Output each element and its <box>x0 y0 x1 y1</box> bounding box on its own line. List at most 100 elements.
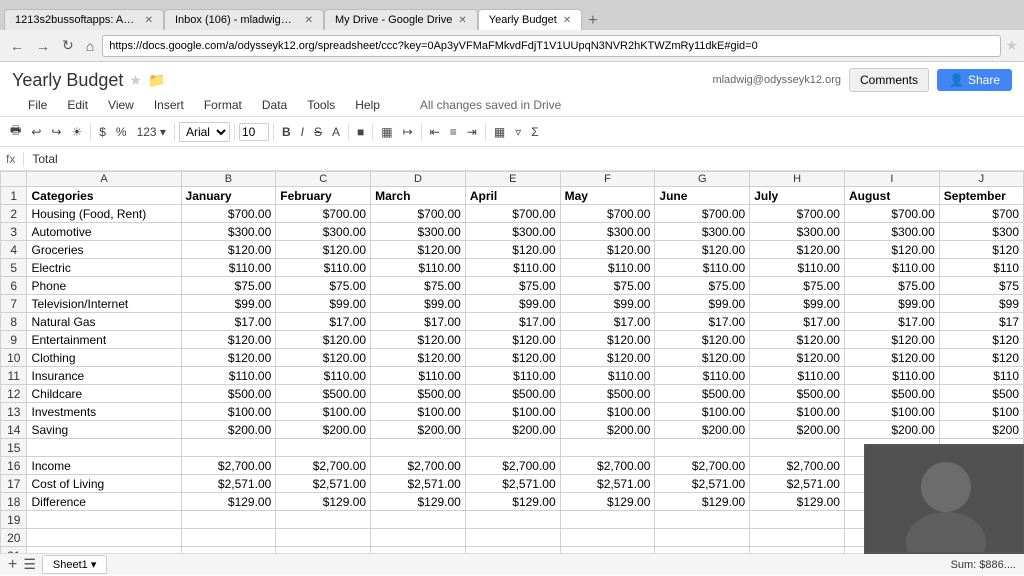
cell-r9-c2[interactable]: $120.00 <box>276 331 371 349</box>
col-header-i[interactable]: I <box>844 172 939 187</box>
cell-r8-c7[interactable]: $17.00 <box>750 313 845 331</box>
cell-r10-c7[interactable]: $120.00 <box>750 349 845 367</box>
cell-r19-c2[interactable] <box>276 511 371 529</box>
cell-r13-c6[interactable]: $100.00 <box>655 403 750 421</box>
cell-r12-c1[interactable]: $500.00 <box>181 385 276 403</box>
row-num-20[interactable]: 20 <box>1 529 27 547</box>
cell-r9-c5[interactable]: $120.00 <box>560 331 655 349</box>
col-header-f[interactable]: F <box>560 172 655 187</box>
redo-button[interactable]: ↪ <box>47 123 65 141</box>
row-num-3[interactable]: 3 <box>1 223 27 241</box>
cell-r7-c7[interactable]: $99.00 <box>750 295 845 313</box>
cell-r9-c1[interactable]: $120.00 <box>181 331 276 349</box>
paint-format-button[interactable]: ☀ <box>67 123 86 141</box>
cell-r12-c9[interactable]: $500 <box>939 385 1023 403</box>
cell-r7-c6[interactable]: $99.00 <box>655 295 750 313</box>
cell-r21-c2[interactable] <box>276 547 371 554</box>
cell-r16-c2[interactable]: $2,700.00 <box>276 457 371 475</box>
cell-r7-c1[interactable]: $99.00 <box>181 295 276 313</box>
row-num-17[interactable]: 17 <box>1 475 27 493</box>
cell-r21-c3[interactable] <box>371 547 466 554</box>
cell-r8-c1[interactable]: $17.00 <box>181 313 276 331</box>
cell-r19-c7[interactable] <box>750 511 845 529</box>
cell-r9-c7[interactable]: $120.00 <box>750 331 845 349</box>
cell-r14-c5[interactable]: $200.00 <box>560 421 655 439</box>
cell-r2-c1[interactable]: $700.00 <box>181 205 276 223</box>
cell-r2-c9[interactable]: $700 <box>939 205 1023 223</box>
dollar-format-button[interactable]: $ <box>95 123 110 141</box>
tab-4-close[interactable]: ✕ <box>563 15 571 26</box>
cell-r2-c7[interactable]: $700.00 <box>750 205 845 223</box>
cell-r1-c5[interactable]: May <box>560 187 655 205</box>
cell-r5-c3[interactable]: $110.00 <box>371 259 466 277</box>
cell-r1-c8[interactable]: August <box>844 187 939 205</box>
bold-button[interactable]: B <box>278 123 295 141</box>
cell-r20-c3[interactable] <box>371 529 466 547</box>
cell-r13-c2[interactable]: $100.00 <box>276 403 371 421</box>
cell-r1-c0[interactable]: Categories <box>27 187 181 205</box>
cell-r8-c9[interactable]: $17 <box>939 313 1023 331</box>
tab-3[interactable]: My Drive - Google Drive ✕ <box>324 9 478 30</box>
cell-r21-c6[interactable] <box>655 547 750 554</box>
cell-r1-c1[interactable]: January <box>181 187 276 205</box>
cell-r9-c8[interactable]: $120.00 <box>844 331 939 349</box>
undo-button[interactable]: ↩ <box>27 123 45 141</box>
number-format-button[interactable]: 123 ▾ <box>133 123 170 141</box>
row-num-19[interactable]: 19 <box>1 511 27 529</box>
cell-r3-c6[interactable]: $300.00 <box>655 223 750 241</box>
cell-r19-c4[interactable] <box>465 511 560 529</box>
cell-r20-c2[interactable] <box>276 529 371 547</box>
cell-r10-c2[interactable]: $120.00 <box>276 349 371 367</box>
align-left-button[interactable]: ⇤ <box>426 123 444 141</box>
cell-r12-c3[interactable]: $500.00 <box>371 385 466 403</box>
cell-r9-c0[interactable]: Entertainment <box>27 331 181 349</box>
cell-r5-c8[interactable]: $110.00 <box>844 259 939 277</box>
cell-r14-c7[interactable]: $200.00 <box>750 421 845 439</box>
cell-r9-c4[interactable]: $120.00 <box>465 331 560 349</box>
font-size-input[interactable] <box>239 123 269 141</box>
row-num-12[interactable]: 12 <box>1 385 27 403</box>
back-button[interactable]: ← <box>6 36 28 56</box>
cell-r14-c3[interactable]: $200.00 <box>371 421 466 439</box>
cell-r10-c3[interactable]: $120.00 <box>371 349 466 367</box>
tab-1-close[interactable]: ✕ <box>145 15 153 26</box>
cell-r12-c2[interactable]: $500.00 <box>276 385 371 403</box>
cell-r13-c1[interactable]: $100.00 <box>181 403 276 421</box>
menu-tools[interactable]: Tools <box>303 96 339 114</box>
cell-r4-c0[interactable]: Groceries <box>27 241 181 259</box>
cell-r5-c6[interactable]: $110.00 <box>655 259 750 277</box>
print-button[interactable]: 🖶 <box>6 119 25 144</box>
cell-r2-c3[interactable]: $700.00 <box>371 205 466 223</box>
row-num-21[interactable]: 21 <box>1 547 27 554</box>
cell-r1-c2[interactable]: February <box>276 187 371 205</box>
borders-button[interactable]: ▦ <box>377 123 396 141</box>
cell-r16-c0[interactable]: Income <box>27 457 181 475</box>
row-num-9[interactable]: 9 <box>1 331 27 349</box>
cell-r2-c4[interactable]: $700.00 <box>465 205 560 223</box>
cell-r6-c5[interactable]: $75.00 <box>560 277 655 295</box>
sheet1-tab[interactable]: Sheet1 ▾ <box>42 555 107 574</box>
cell-r6-c9[interactable]: $75 <box>939 277 1023 295</box>
row-num-10[interactable]: 10 <box>1 349 27 367</box>
cell-r18-c6[interactable]: $129.00 <box>655 493 750 511</box>
cell-r11-c4[interactable]: $110.00 <box>465 367 560 385</box>
cell-r5-c5[interactable]: $110.00 <box>560 259 655 277</box>
cell-r18-c4[interactable]: $129.00 <box>465 493 560 511</box>
cell-r19-c5[interactable] <box>560 511 655 529</box>
cell-r4-c7[interactable]: $120.00 <box>750 241 845 259</box>
cell-r18-c1[interactable]: $129.00 <box>181 493 276 511</box>
cell-r6-c0[interactable]: Phone <box>27 277 181 295</box>
cell-r17-c0[interactable]: Cost of Living <box>27 475 181 493</box>
cell-r11-c7[interactable]: $110.00 <box>750 367 845 385</box>
menu-format[interactable]: Format <box>200 96 246 114</box>
menu-insert[interactable]: Insert <box>150 96 188 114</box>
cell-r2-c2[interactable]: $700.00 <box>276 205 371 223</box>
cell-r16-c5[interactable]: $2,700.00 <box>560 457 655 475</box>
cell-r3-c4[interactable]: $300.00 <box>465 223 560 241</box>
cell-r13-c3[interactable]: $100.00 <box>371 403 466 421</box>
cell-r16-c6[interactable]: $2,700.00 <box>655 457 750 475</box>
row-num-18[interactable]: 18 <box>1 493 27 511</box>
cell-r20-c5[interactable] <box>560 529 655 547</box>
address-bar[interactable] <box>102 35 1001 57</box>
cell-r20-c7[interactable] <box>750 529 845 547</box>
